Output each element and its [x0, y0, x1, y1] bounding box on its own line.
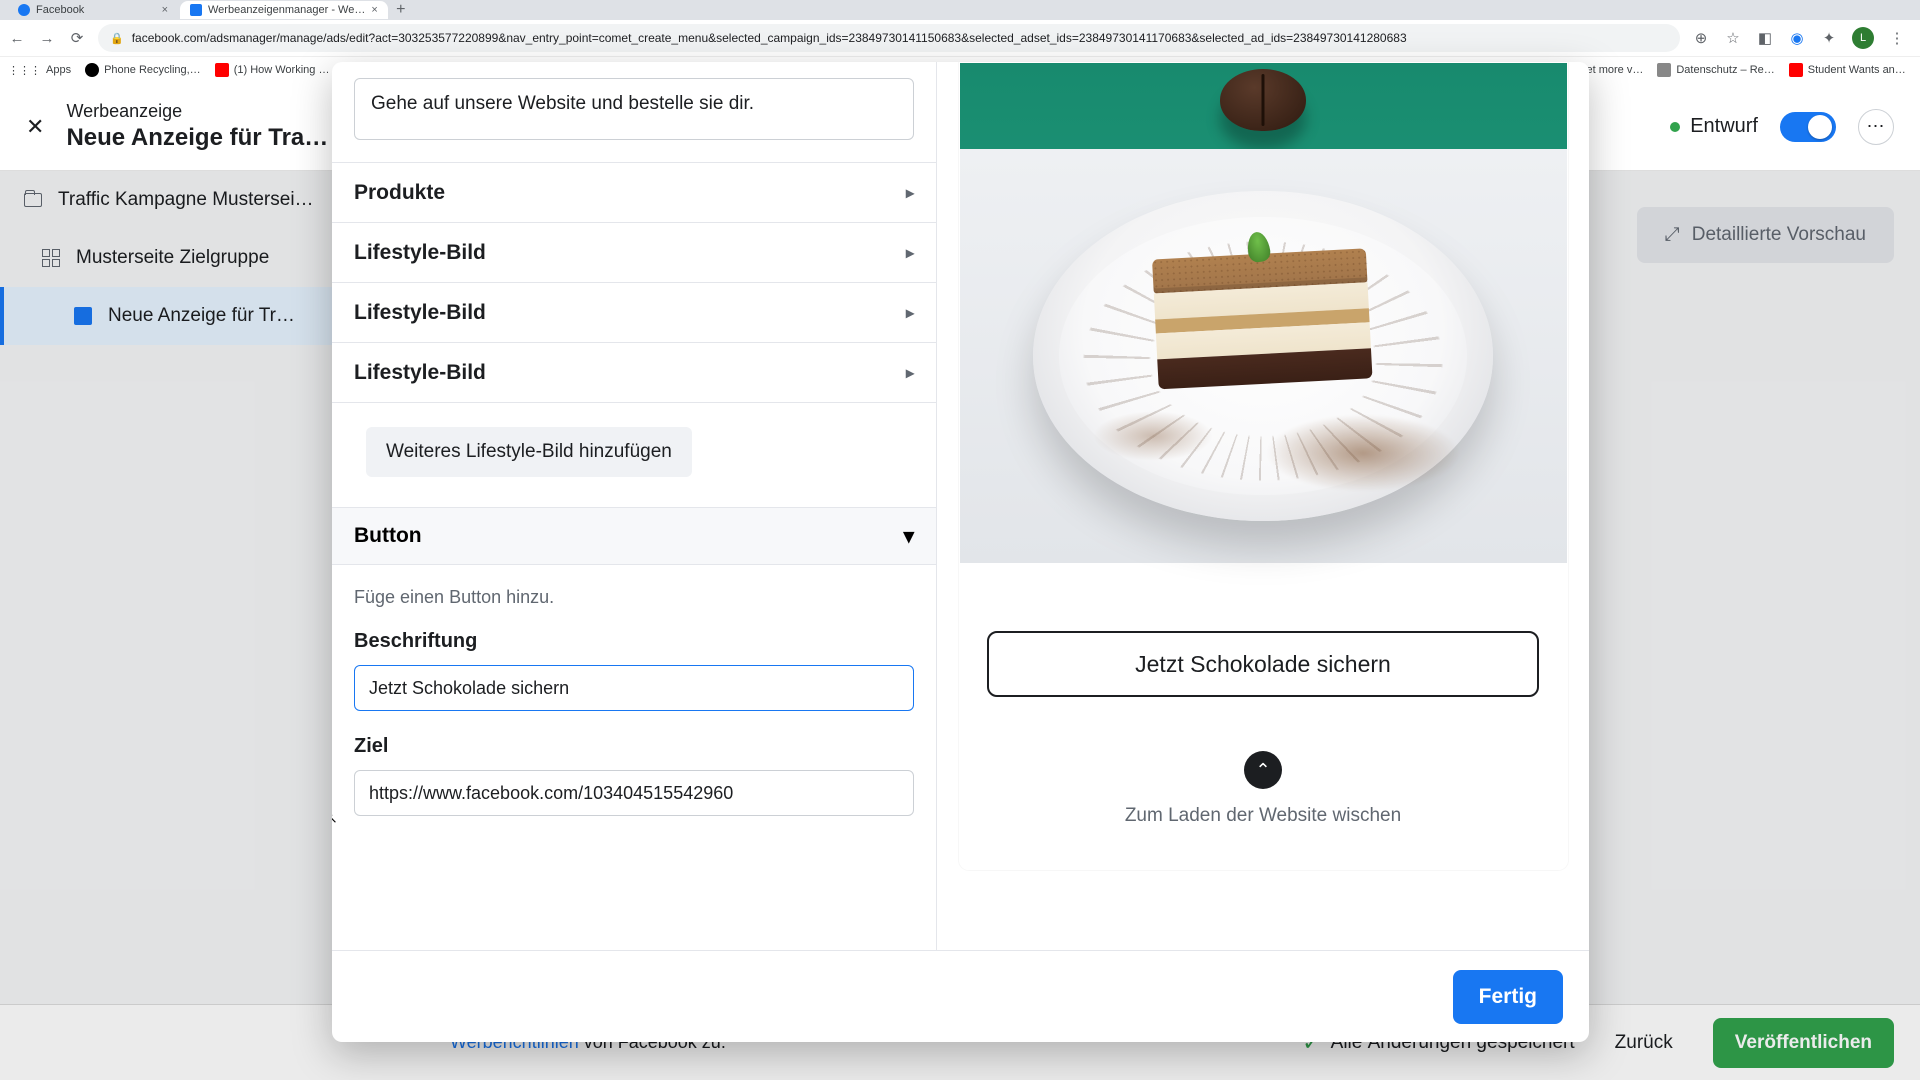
target-label: Ziel [354, 735, 914, 758]
lock-icon: 🔒 [110, 32, 124, 45]
header-title: Neue Anzeige für Tra… [66, 124, 328, 152]
creative-editor-modal: Gehe auf unsere Website und bestelle sie… [332, 62, 1589, 1042]
back-icon[interactable]: ← [8, 29, 26, 47]
bookmark-item[interactable]: Datenschutz – Re… [1657, 63, 1774, 77]
puzzle-icon[interactable]: ✦ [1820, 29, 1838, 47]
target-input[interactable] [354, 770, 914, 816]
accordion-label: Lifestyle-Bild [354, 361, 486, 385]
toolbar-right: ⊕ ☆ ◧ ◉ ✦ L ⋮ [1692, 27, 1912, 49]
chevron-right-icon: ▸ [906, 303, 914, 323]
forward-icon[interactable]: → [38, 29, 56, 47]
menu-icon[interactable]: ⋮ [1888, 29, 1906, 47]
caption-input[interactable] [354, 665, 914, 711]
status-dot-icon [1670, 122, 1680, 132]
status-label: Entwurf [1690, 115, 1758, 138]
close-icon[interactable]: × [371, 4, 377, 16]
preview-cta-button[interactable]: Jetzt Schokolade sichern [987, 631, 1539, 697]
bookmark-item[interactable]: Student Wants an… [1789, 63, 1906, 77]
caption-label: Beschriftung [354, 630, 914, 653]
new-tab-button[interactable]: + [390, 0, 412, 21]
tab-facebook[interactable]: Facebook × [8, 1, 178, 19]
bookmark-item[interactable]: Phone Recycling,… [85, 63, 201, 77]
url-text: facebook.com/adsmanager/manage/ads/edit?… [132, 31, 1407, 45]
close-icon[interactable]: × [162, 4, 168, 16]
chevron-right-icon: ▸ [906, 363, 914, 383]
tab-adsmanager[interactable]: Werbeanzeigenmanager - We… × [180, 1, 388, 19]
url-bar[interactable]: 🔒 facebook.com/adsmanager/manage/ads/edi… [98, 24, 1680, 52]
zoom-icon[interactable]: ⊕ [1692, 29, 1710, 47]
facebook-favicon-icon [18, 4, 30, 16]
creative-form-panel: Gehe auf unsere Website und bestelle sie… [332, 62, 937, 950]
extension-icon[interactable]: ◧ [1756, 29, 1774, 47]
tab-label: Facebook [36, 4, 84, 16]
close-editor-button[interactable]: ✕ [26, 114, 44, 140]
bookmark-item[interactable]: (1) How Working … [215, 63, 330, 77]
tab-label: Werbeanzeigenmanager - We… [208, 4, 365, 16]
star-icon[interactable]: ☆ [1724, 29, 1742, 47]
header-titles: Werbeanzeige Neue Anzeige für Tra… [66, 101, 328, 152]
preview-panel: Jetzt Schokolade sichern ⌃ Zum Laden der… [937, 62, 1589, 950]
accordion-label: Produkte [354, 181, 445, 205]
accordion-lifestyle-3[interactable]: Lifestyle-Bild ▸ [332, 342, 936, 402]
reload-icon[interactable]: ⟳ [68, 29, 86, 47]
accordion-products[interactable]: Produkte ▸ [332, 162, 936, 222]
ad-preview-card: Jetzt Schokolade sichern ⌃ Zum Laden der… [959, 62, 1568, 870]
chevron-right-icon: ▸ [906, 183, 914, 203]
button-section-header[interactable]: Button ▾ [332, 507, 936, 565]
accordion-label: Lifestyle-Bild [354, 301, 486, 325]
body-text-field[interactable]: Gehe auf unsere Website und bestelle sie… [354, 78, 914, 140]
more-menu-button[interactable]: ⋯ [1858, 109, 1894, 145]
helper-text: Füge einen Button hinzu. [354, 587, 914, 608]
draft-status: Entwurf [1670, 115, 1758, 138]
add-lifestyle-button[interactable]: Weiteres Lifestyle-Bild hinzufügen [366, 427, 692, 477]
modal-footer: Fertig [332, 950, 1589, 1042]
section-label: Button [354, 524, 422, 548]
done-button[interactable]: Fertig [1453, 970, 1563, 1024]
swipe-hint: Zum Laden der Website wischen [1125, 805, 1401, 827]
chevron-down-icon: ▾ [903, 524, 914, 549]
profile-avatar-icon[interactable]: L [1852, 27, 1874, 49]
nav-bar: ← → ⟳ 🔒 facebook.com/adsmanager/manage/a… [0, 20, 1920, 56]
adsmanager-favicon-icon [190, 4, 202, 16]
plate-image [960, 149, 1567, 563]
cursor-icon: ↖ [332, 810, 338, 827]
hero-image-strip [960, 63, 1567, 149]
accordion-label: Lifestyle-Bild [354, 241, 486, 265]
header-subtitle: Werbeanzeige [66, 101, 328, 122]
coffee-bean-icon [1220, 69, 1306, 131]
tab-bar: Facebook × Werbeanzeigenmanager - We… × … [0, 0, 1920, 20]
accordion-lifestyle-1[interactable]: Lifestyle-Bild ▸ [332, 222, 936, 282]
chevron-right-icon: ▸ [906, 243, 914, 263]
accordion-lifestyle-2[interactable]: Lifestyle-Bild ▸ [332, 282, 936, 342]
extension2-icon[interactable]: ◉ [1788, 29, 1806, 47]
chevron-up-icon[interactable]: ⌃ [1244, 751, 1282, 789]
cake-icon [1152, 249, 1374, 418]
apps-icon[interactable]: ⋮⋮⋮ Apps [8, 64, 71, 77]
publish-toggle[interactable] [1780, 112, 1836, 142]
